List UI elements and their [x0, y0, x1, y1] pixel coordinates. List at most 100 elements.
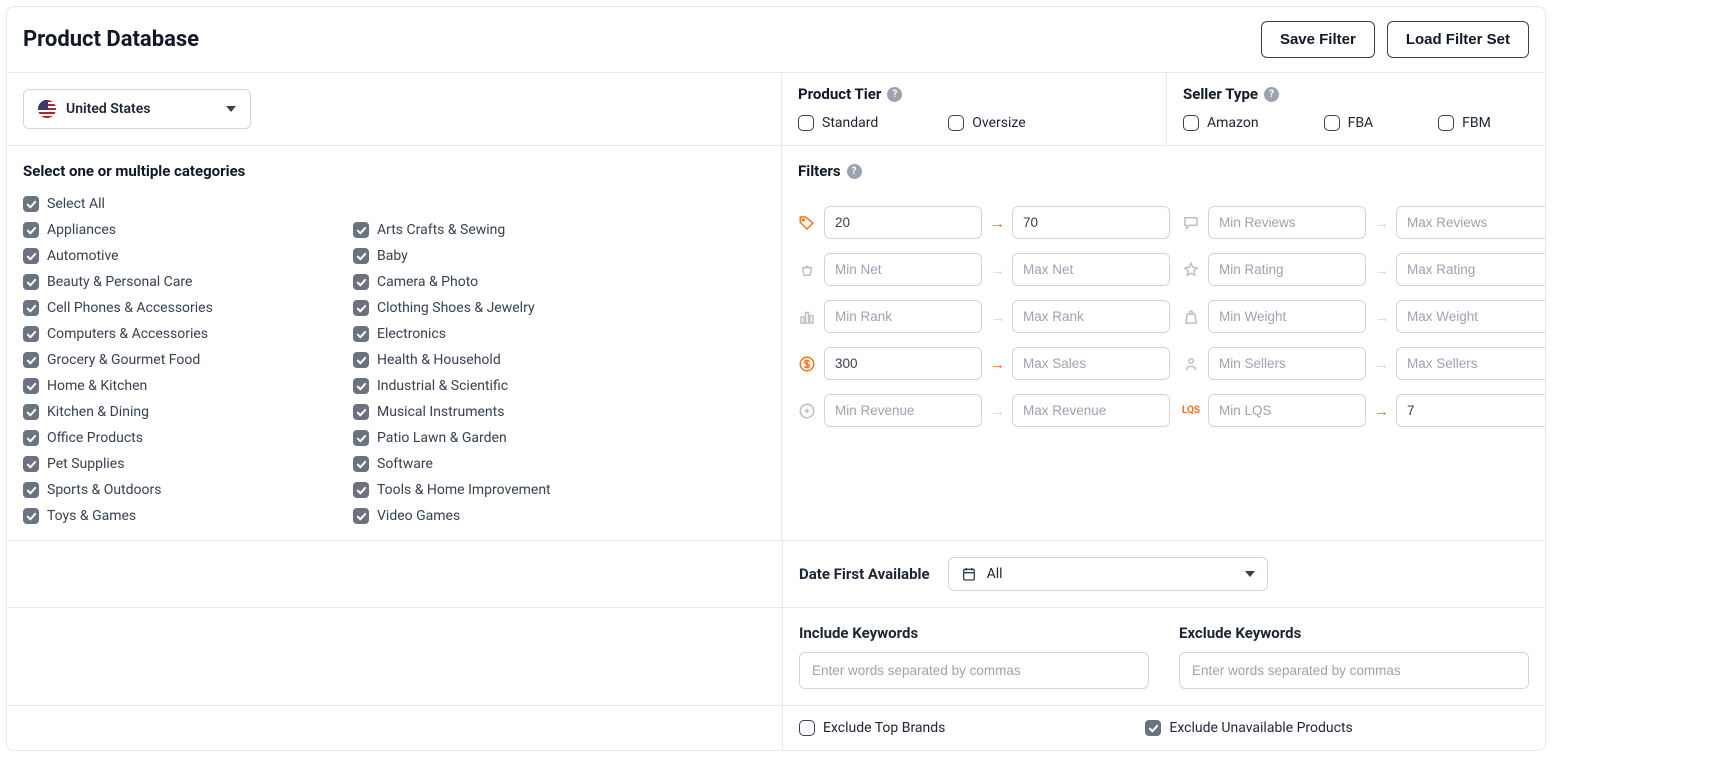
price-max-input[interactable]	[1012, 206, 1170, 239]
category-label: Computers & Accessories	[47, 326, 208, 342]
save-filter-button[interactable]: Save Filter	[1261, 21, 1375, 58]
category-checkbox[interactable]: Pet Supplies	[23, 456, 323, 472]
category-checkbox[interactable]: Computers & Accessories	[23, 326, 323, 342]
sellers-max-input[interactable]	[1396, 347, 1546, 380]
marketplace-dropdown[interactable]: United States	[23, 89, 251, 129]
rank-icon	[798, 308, 816, 326]
revenue-icon	[798, 402, 816, 420]
revenue-min-input[interactable]	[824, 394, 982, 427]
category-checkbox[interactable]: Sports & Outdoors	[23, 482, 323, 498]
exclude-top-brands-checkbox[interactable]: Exclude Top Brands	[799, 720, 945, 736]
exclude-unavailable-checkbox[interactable]: Exclude Unavailable Products	[1145, 720, 1352, 736]
seller-amazon-checkbox[interactable]: Amazon	[1183, 115, 1259, 131]
category-label: Musical Instruments	[377, 404, 504, 420]
price-min-input[interactable]	[824, 206, 982, 239]
net-min-input[interactable]	[824, 253, 982, 286]
lqs-max-input[interactable]	[1396, 394, 1546, 427]
help-icon[interactable]: ?	[1264, 87, 1279, 102]
revenue-max-input[interactable]	[1012, 394, 1170, 427]
checkbox-checked-icon	[353, 508, 369, 524]
category-checkbox[interactable]: Baby	[353, 248, 653, 264]
category-label: Industrial & Scientific	[377, 378, 508, 394]
category-label: Software	[377, 456, 433, 472]
category-checkbox[interactable]: Home & Kitchen	[23, 378, 323, 394]
marketplace-label: United States	[66, 101, 150, 117]
category-label: Automotive	[47, 248, 119, 264]
category-checkbox[interactable]: Toys & Games	[23, 508, 323, 524]
checkbox-checked-icon	[353, 430, 369, 446]
sales-max-input[interactable]	[1012, 347, 1170, 380]
checkbox-checked-icon	[23, 222, 39, 238]
category-label: Office Products	[47, 430, 143, 446]
category-checkbox[interactable]: Camera & Photo	[353, 274, 653, 290]
category-checkbox[interactable]: Video Games	[353, 508, 653, 524]
category-label: Appliances	[47, 222, 116, 238]
category-checkbox[interactable]: Automotive	[23, 248, 323, 264]
checkbox-checked-icon	[23, 430, 39, 446]
category-checkbox[interactable]: Musical Instruments	[353, 404, 653, 420]
tier-oversize-checkbox[interactable]: Oversize	[948, 115, 1025, 131]
help-icon[interactable]: ?	[887, 87, 902, 102]
rating-min-input[interactable]	[1208, 253, 1366, 286]
category-checkbox[interactable]: Kitchen & Dining	[23, 404, 323, 420]
seller-type-title: Seller Type	[1183, 85, 1258, 103]
dfa-dropdown[interactable]: All	[948, 557, 1268, 591]
category-label: Baby	[377, 248, 408, 264]
category-label: Health & Household	[377, 352, 501, 368]
checkbox-empty-icon	[799, 720, 815, 736]
reviews-min-input[interactable]	[1208, 206, 1366, 239]
category-checkbox[interactable]: Appliances	[23, 222, 323, 238]
checkbox-checked-icon	[353, 352, 369, 368]
include-keywords-input[interactable]	[799, 652, 1149, 689]
rating-max-input[interactable]	[1396, 253, 1546, 286]
weight-max-input[interactable]	[1396, 300, 1546, 333]
header: Product Database Save Filter Load Filter…	[7, 7, 1545, 72]
category-checkbox[interactable]: Beauty & Personal Care	[23, 274, 323, 290]
checkbox-checked-icon	[1145, 720, 1161, 736]
arrow-right-icon: →	[990, 402, 1004, 420]
sales-dollar-icon	[798, 355, 816, 373]
marketplace-cell: United States	[7, 73, 782, 145]
category-checkbox[interactable]: Office Products	[23, 430, 323, 446]
weight-min-input[interactable]	[1208, 300, 1366, 333]
category-label: Toys & Games	[47, 508, 136, 524]
lqs-min-input[interactable]	[1208, 394, 1366, 427]
product-database-panel: Product Database Save Filter Load Filter…	[6, 6, 1546, 751]
arrow-right-icon: →	[1374, 308, 1388, 326]
checkbox-checked-icon	[353, 404, 369, 420]
checkbox-checked-icon	[23, 248, 39, 264]
checkbox-checked-icon	[23, 456, 39, 472]
seller-type-section: Seller Type ? Amazon FBA FBM	[1167, 73, 1545, 145]
exclude-keywords-input[interactable]	[1179, 652, 1529, 689]
seller-fba-checkbox[interactable]: FBA	[1324, 115, 1374, 131]
checkbox-checked-icon	[353, 222, 369, 238]
product-tier-section: Product Tier ? Standard Oversize	[782, 73, 1167, 145]
sellers-min-input[interactable]	[1208, 347, 1366, 380]
rating-star-icon	[1182, 261, 1200, 279]
net-max-input[interactable]	[1012, 253, 1170, 286]
chevron-down-icon	[226, 106, 236, 112]
category-label: Patio Lawn & Garden	[377, 430, 507, 446]
load-filter-set-button[interactable]: Load Filter Set	[1387, 21, 1529, 58]
sales-min-input[interactable]	[824, 347, 982, 380]
seller-fbm-checkbox[interactable]: FBM	[1438, 115, 1491, 131]
rank-min-input[interactable]	[824, 300, 982, 333]
category-checkbox[interactable]: Industrial & Scientific	[353, 378, 653, 394]
help-icon[interactable]: ?	[847, 164, 862, 179]
checkbox-checked-icon	[23, 508, 39, 524]
category-checkbox[interactable]: Grocery & Gourmet Food	[23, 352, 323, 368]
category-checkbox[interactable]: Patio Lawn & Garden	[353, 430, 653, 446]
category-checkbox[interactable]: Cell Phones & Accessories	[23, 300, 323, 316]
category-checkbox[interactable]: Software	[353, 456, 653, 472]
category-checkbox[interactable]: Electronics	[353, 326, 653, 342]
category-checkbox[interactable]: Clothing Shoes & Jewelry	[353, 300, 653, 316]
category-checkbox[interactable]: Arts Crafts & Sewing	[353, 222, 653, 238]
rank-max-input[interactable]	[1012, 300, 1170, 333]
category-checkbox[interactable]: Health & Household	[353, 352, 653, 368]
price-tag-icon	[798, 214, 816, 232]
exclude-keywords-label: Exclude Keywords	[1179, 624, 1529, 642]
category-checkbox[interactable]: Tools & Home Improvement	[353, 482, 653, 498]
reviews-max-input[interactable]	[1396, 206, 1546, 239]
select-all-checkbox[interactable]: Select All	[23, 196, 765, 212]
tier-standard-checkbox[interactable]: Standard	[798, 115, 878, 131]
